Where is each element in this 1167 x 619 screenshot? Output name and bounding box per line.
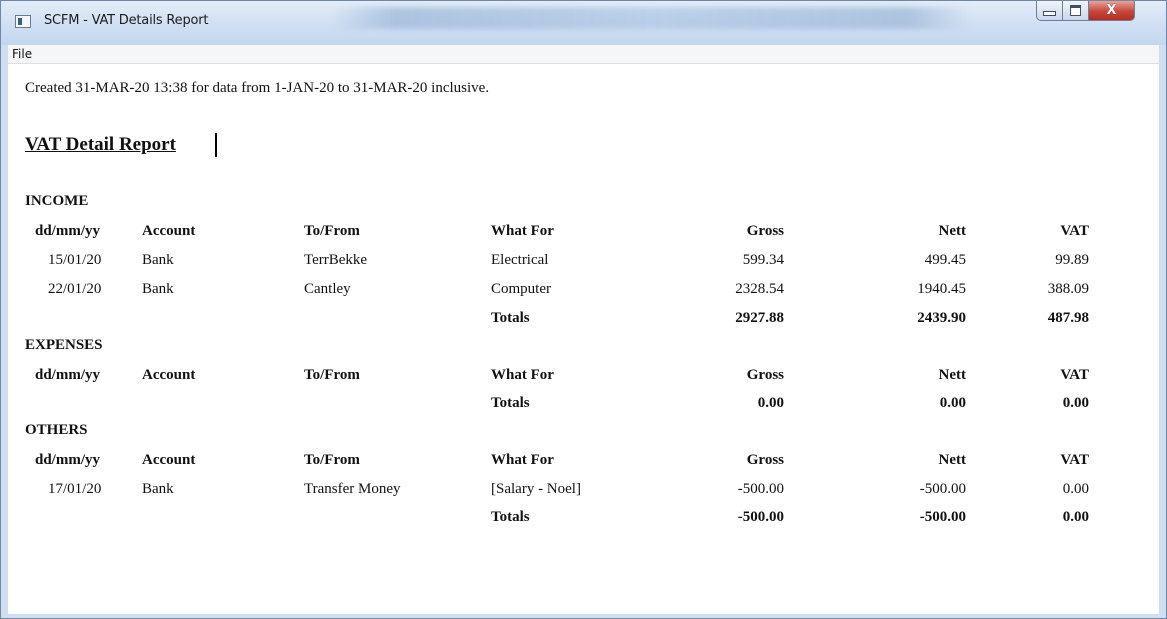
cell-vat: 99.89 (1055, 252, 1089, 268)
cell-account: Bank (142, 252, 174, 268)
close-button[interactable]: X (1089, 1, 1135, 21)
income-totals-row: Totals 2927.88 2439.90 487.98 (8, 310, 1159, 332)
col-gross-header: Gross (746, 367, 784, 383)
col-date-header: dd/mm/yy (35, 452, 101, 468)
text-cursor (215, 133, 217, 157)
minimize-icon (1043, 11, 1056, 16)
table-row: 15/01/20 Bank TerrBekke Electrical 599.3… (8, 252, 1159, 274)
close-icon: X (1106, 3, 1117, 18)
cell-to-from: Cantley (304, 281, 351, 297)
col-what-for-header: What For (491, 223, 554, 239)
total-vat: 487.98 (1047, 310, 1089, 326)
cell-account: Bank (142, 281, 174, 297)
totals-label: Totals (491, 310, 530, 326)
col-date-header: dd/mm/yy (35, 367, 101, 383)
app-window: SCFM - VAT Details Report X File Created… (0, 0, 1167, 619)
col-what-for-header: What For (491, 367, 554, 383)
totals-label: Totals (491, 395, 530, 411)
cell-what-for: Electrical (491, 252, 549, 268)
report-body: Created 31-MAR-20 13:38 for data from 1-… (8, 64, 1159, 614)
total-gross: 0.00 (757, 395, 784, 411)
section-expenses-label: EXPENSES (25, 337, 103, 353)
col-to-from-header: To/From (304, 367, 360, 383)
col-account-header: Account (142, 223, 196, 239)
cell-to-from: TerrBekke (304, 252, 368, 268)
others-header-row: dd/mm/yy Account To/From What For Gross … (8, 452, 1159, 474)
window-controls: X (1036, 1, 1135, 21)
cell-date: 22/01/20 (48, 281, 102, 297)
cell-what-for: Computer (491, 281, 551, 297)
cell-date: 15/01/20 (48, 252, 102, 268)
cell-nett: -500.00 (919, 481, 966, 497)
col-to-from-header: To/From (304, 452, 360, 468)
report-created-line: Created 31-MAR-20 13:38 for data from 1-… (25, 80, 490, 96)
total-vat: 0.00 (1062, 509, 1089, 525)
col-gross-header: Gross (746, 223, 784, 239)
expenses-totals-row: Totals 0.00 0.00 0.00 (8, 395, 1159, 417)
col-gross-header: Gross (746, 452, 784, 468)
col-vat-header: VAT (1060, 367, 1089, 383)
totals-label: Totals (491, 509, 530, 525)
title-bar[interactable]: SCFM - VAT Details Report X (1, 1, 1166, 45)
col-vat-header: VAT (1060, 223, 1089, 239)
col-nett-header: Nett (938, 452, 966, 468)
total-nett: 2439.90 (917, 310, 966, 326)
menu-file[interactable]: File (12, 47, 32, 61)
menu-bar: File (8, 45, 1159, 64)
expenses-header-row: dd/mm/yy Account To/From What For Gross … (8, 367, 1159, 389)
cell-date: 17/01/20 (48, 481, 102, 497)
others-totals-row: Totals -500.00 -500.00 0.00 (8, 509, 1159, 531)
table-row: 22/01/20 Bank Cantley Computer 2328.54 1… (8, 281, 1159, 303)
cell-vat: 0.00 (1062, 481, 1089, 497)
table-row: 17/01/20 Bank Transfer Money [Salary - N… (8, 481, 1159, 503)
window-title: SCFM - VAT Details Report (44, 13, 209, 28)
col-nett-header: Nett (938, 223, 966, 239)
cell-to-from: Transfer Money (304, 481, 401, 497)
title-bar-glass (331, 7, 971, 29)
minimize-button[interactable] (1036, 1, 1063, 21)
section-income-label: INCOME (25, 193, 89, 209)
maximize-button[interactable] (1063, 1, 1089, 21)
app-icon[interactable] (15, 15, 31, 28)
report-title: VAT Detail Report (25, 134, 176, 155)
col-nett-header: Nett (938, 367, 966, 383)
total-gross: -500.00 (737, 509, 784, 525)
cell-nett: 499.45 (924, 252, 966, 268)
total-nett: -500.00 (919, 509, 966, 525)
section-others-label: OTHERS (25, 422, 88, 438)
cell-gross: -500.00 (737, 481, 784, 497)
cell-vat: 388.09 (1047, 281, 1089, 297)
total-gross: 2927.88 (735, 310, 784, 326)
cell-nett: 1940.45 (917, 281, 966, 297)
col-what-for-header: What For (491, 452, 554, 468)
total-nett: 0.00 (939, 395, 966, 411)
cell-account: Bank (142, 481, 174, 497)
cell-gross: 2328.54 (735, 281, 784, 297)
total-vat: 0.00 (1062, 395, 1089, 411)
col-date-header: dd/mm/yy (35, 223, 101, 239)
col-vat-header: VAT (1060, 452, 1089, 468)
col-account-header: Account (142, 367, 196, 383)
col-account-header: Account (142, 452, 196, 468)
col-to-from-header: To/From (304, 223, 360, 239)
cell-gross: 599.34 (742, 252, 784, 268)
income-header-row: dd/mm/yy Account To/From What For Gross … (8, 223, 1159, 245)
maximize-icon (1070, 5, 1081, 16)
cell-what-for: [Salary - Noel] (491, 481, 581, 497)
